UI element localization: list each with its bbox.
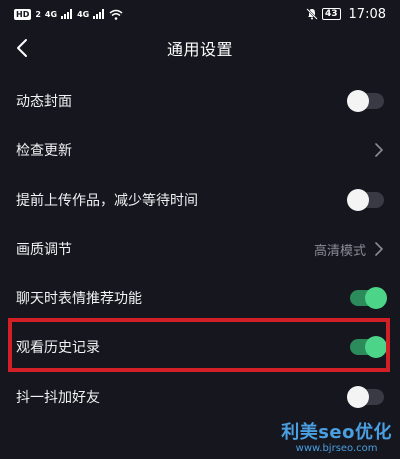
wifi-icon: [109, 9, 123, 20]
toggle-knob: [365, 287, 387, 309]
setting-value-group: 高清模式: [314, 240, 384, 259]
status-right: 43 17:08: [306, 7, 386, 22]
toggle-switch[interactable]: [347, 90, 384, 112]
toggle-switch[interactable]: [350, 287, 387, 309]
watermark: 利美seo优化 www.bjrseo.com: [281, 423, 392, 455]
highlight-box: [8, 318, 390, 372]
toggle-switch[interactable]: [347, 189, 384, 211]
toggle-knob: [347, 386, 369, 408]
clock: 17:08: [348, 6, 386, 22]
status-left: HD 2 4G 4G: [14, 8, 123, 20]
setting-row-emoji-recommend[interactable]: 聊天时表情推荐功能: [0, 273, 400, 323]
page-title: 通用设置: [166, 40, 233, 59]
status-bar: HD 2 4G 4G 43 17:08: [0, 0, 400, 28]
quality-value: 高清模式: [313, 243, 366, 259]
battery-indicator: 43: [322, 8, 341, 20]
setting-row-shake-friend[interactable]: 抖一抖加好友: [0, 372, 400, 422]
watermark-text: 利美seo优化: [281, 422, 392, 443]
chevron-right-icon: [375, 143, 383, 157]
sim-slot-label: 2: [35, 9, 41, 19]
hd-badge: HD: [14, 8, 32, 20]
chevron-right-icon: [375, 242, 383, 256]
toggle-knob: [347, 189, 369, 211]
watermark-url: www.bjrseo.com: [295, 443, 378, 454]
toggle-knob: [347, 90, 369, 112]
setting-row-quality[interactable]: 画质调节 高清模式: [0, 224, 400, 274]
setting-label: 画质调节: [16, 242, 72, 258]
network-type-1: 4G: [44, 9, 58, 19]
setting-row-dynamic-cover[interactable]: 动态封面: [0, 76, 400, 126]
signal-icon: [93, 9, 105, 19]
mute-bell-icon: [306, 8, 318, 20]
setting-label: 聊天时表情推荐功能: [16, 291, 142, 307]
nav-header: 通用设置: [0, 28, 400, 68]
network-type-2: 4G: [77, 9, 90, 19]
setting-label: 抖一抖加好友: [16, 390, 100, 406]
back-icon[interactable]: [14, 38, 32, 58]
setting-row-check-update[interactable]: 检查更新: [0, 125, 400, 175]
signal-icon: [61, 9, 73, 19]
setting-row-early-upload[interactable]: 提前上传作品，减少等待时间: [0, 175, 400, 225]
setting-label: 动态封面: [16, 94, 72, 110]
toggle-switch[interactable]: [347, 386, 384, 408]
setting-label: 检查更新: [16, 143, 72, 159]
setting-label: 提前上传作品，减少等待时间: [16, 193, 198, 209]
